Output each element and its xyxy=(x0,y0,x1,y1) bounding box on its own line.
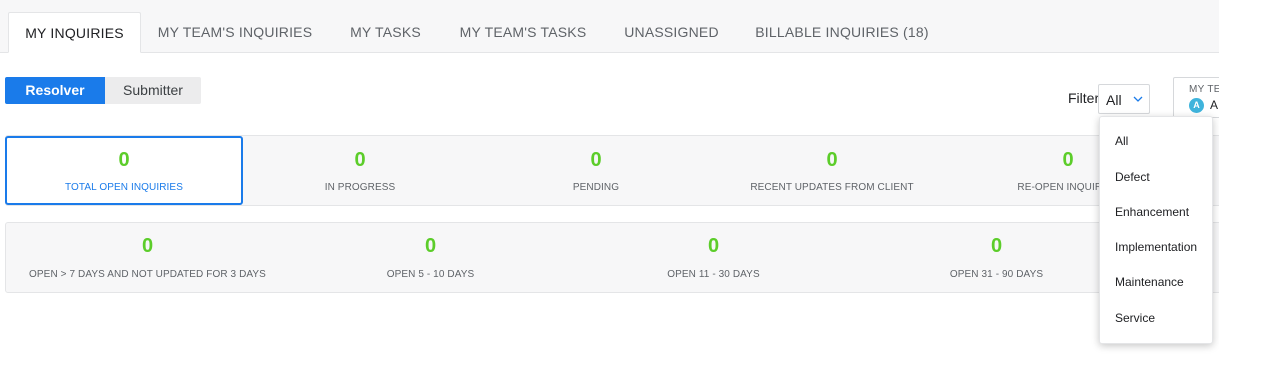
filter-option-enhancement[interactable]: Enhancement xyxy=(1115,205,1189,219)
filter-option-defect[interactable]: Defect xyxy=(1115,170,1150,184)
submitter-toggle-button[interactable]: Submitter xyxy=(105,77,201,104)
stat-open-7-days-not-updated[interactable]: 0 OPEN > 7 DAYS AND NOT UPDATED FOR 3 DA… xyxy=(6,223,289,292)
team-selector-value: A xyxy=(1210,98,1219,112)
stat-count: 0 xyxy=(826,149,838,171)
filter-option-service[interactable]: Service xyxy=(1115,311,1155,325)
inquiries-dashboard: MY INQUIRIES MY TEAM'S INQUIRIES MY TASK… xyxy=(0,0,1280,366)
tab-my-teams-tasks[interactable]: MY TEAM'S TASKS xyxy=(449,12,597,53)
stat-label: OPEN 31 - 90 DAYS xyxy=(949,269,1044,280)
stat-recent-updates-from-client[interactable]: 0 RECENT UPDATES FROM CLIENT xyxy=(714,136,950,205)
aging-stats-row: 0 OPEN > 7 DAYS AND NOT UPDATED FOR 3 DA… xyxy=(5,222,1219,293)
stat-label: PENDING xyxy=(572,182,620,193)
filter-option-all[interactable]: All xyxy=(1115,134,1128,148)
filter-selected-value: All xyxy=(1106,92,1122,108)
stat-label: TOTAL OPEN INQUIRIES xyxy=(65,182,183,193)
stat-count: 0 xyxy=(141,235,154,257)
chevron-down-icon xyxy=(1133,96,1143,102)
stat-count: 0 xyxy=(990,235,1003,257)
tab-my-tasks[interactable]: MY TASKS xyxy=(338,12,433,53)
stat-count: 0 xyxy=(354,149,366,171)
team-selector-label: MY TE xyxy=(1189,84,1219,95)
tab-bar: MY INQUIRIES MY TEAM'S INQUIRIES MY TASK… xyxy=(0,0,1219,53)
stat-pending[interactable]: 0 PENDING xyxy=(478,136,714,205)
stat-count: 0 xyxy=(707,235,720,257)
stat-in-progress[interactable]: 0 IN PROGRESS xyxy=(242,136,478,205)
stat-count: 0 xyxy=(118,149,130,171)
filter-option-maintenance[interactable]: Maintenance xyxy=(1115,275,1184,289)
tab-billable-inquiries[interactable]: BILLABLE INQUIRIES (18) xyxy=(745,12,939,53)
summary-stats-row: 0 TOTAL OPEN INQUIRIES 0 IN PROGRESS 0 P… xyxy=(5,135,1219,206)
tab-my-teams-inquiries[interactable]: MY TEAM'S INQUIRIES xyxy=(148,12,322,53)
filter-option-implementation[interactable]: Implementation xyxy=(1115,240,1197,254)
stat-label: OPEN 5 - 10 DAYS xyxy=(386,269,475,280)
dashboard-viewport: MY INQUIRIES MY TEAM'S INQUIRIES MY TASK… xyxy=(0,0,1219,366)
stat-label: RECENT UPDATES FROM CLIENT xyxy=(750,182,914,193)
tab-my-inquiries[interactable]: MY INQUIRIES xyxy=(8,12,141,53)
resolver-toggle-button[interactable]: Resolver xyxy=(5,77,105,104)
stat-label: OPEN 11 - 30 DAYS xyxy=(667,269,760,280)
stat-open-5-10-days[interactable]: 0 OPEN 5 - 10 DAYS xyxy=(289,223,572,292)
tab-unassigned[interactable]: UNASSIGNED xyxy=(614,12,729,53)
stat-count: 0 xyxy=(590,149,602,171)
stat-open-11-30-days[interactable]: 0 OPEN 11 - 30 DAYS xyxy=(572,223,855,292)
team-selector[interactable]: MY TE A A xyxy=(1173,77,1219,118)
team-avatar: A xyxy=(1189,98,1204,113)
stat-label: OPEN > 7 DAYS AND NOT UPDATED FOR 3 DAYS xyxy=(29,269,266,280)
stat-total-open-inquiries[interactable]: 0 TOTAL OPEN INQUIRIES xyxy=(5,136,243,205)
stat-label: IN PROGRESS xyxy=(324,182,396,193)
stat-count: 0 xyxy=(424,235,437,257)
filter-select[interactable]: All xyxy=(1098,84,1150,114)
filter-dropdown-menu: All Defect Enhancement Implementation Ma… xyxy=(1099,116,1213,344)
stat-open-31-90-days[interactable]: 0 OPEN 31 - 90 DAYS xyxy=(855,223,1138,292)
